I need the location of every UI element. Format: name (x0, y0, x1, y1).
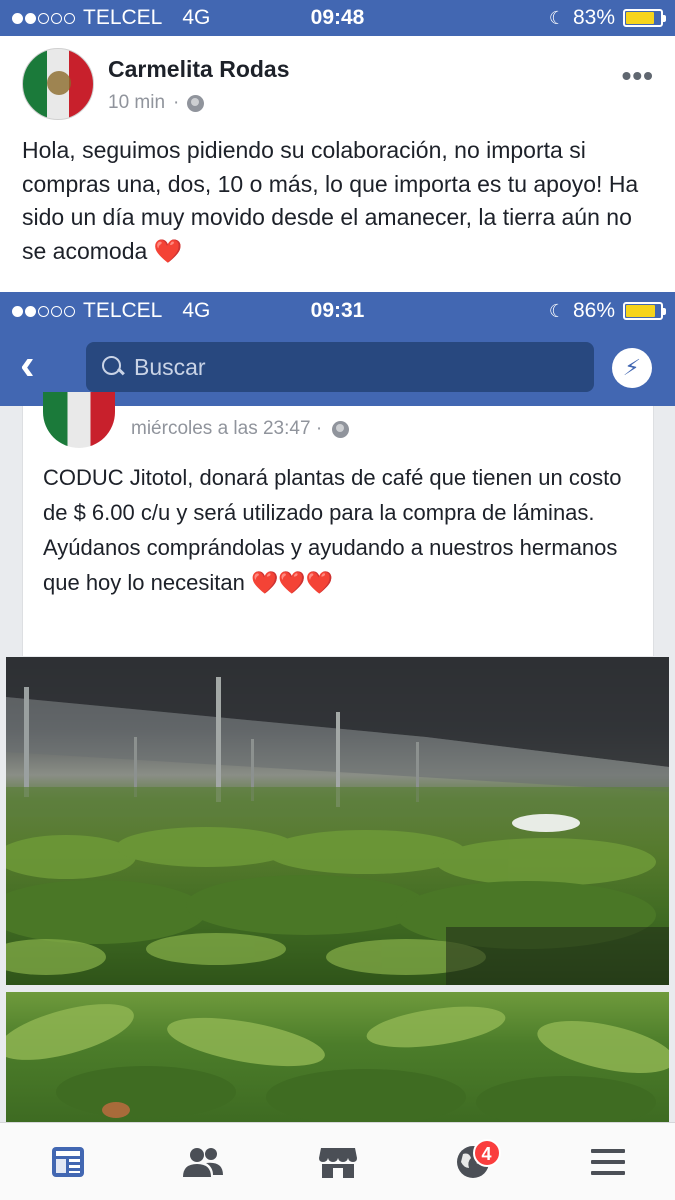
embedded-carrier: TELCEL (83, 299, 163, 322)
embedded-status-left: TELCEL 4G (12, 299, 242, 323)
do-not-disturb-icon: ☾ (548, 7, 565, 28)
post-meta: 10 min · (108, 92, 205, 114)
back-chevron-icon: ‹ (20, 340, 35, 389)
coffee-nursery-photo (6, 657, 669, 985)
tab-notifications[interactable]: 4 (443, 1137, 503, 1187)
shared-screenshot[interactable]: TELCEL 4G 09:31 ☾ 86% ‹ Buscar ⚡ miércol… (0, 292, 675, 1122)
signal-icon (12, 12, 75, 24)
notification-badge: 4 (472, 1138, 501, 1167)
battery-icon (623, 9, 666, 27)
tab-marketplace[interactable] (308, 1137, 368, 1187)
news-feed-icon (51, 1146, 84, 1177)
status-right: ☾ 83% (548, 6, 666, 30)
search-icon (102, 356, 124, 378)
embedded-battery-icon (623, 302, 666, 320)
tab-news-feed[interactable] (38, 1137, 98, 1187)
post-body: Hola, seguimos pidiendo su colaboración,… (22, 137, 639, 264)
embedded-do-not-disturb-icon: ☾ (548, 300, 565, 321)
post-text: Hola, seguimos pidiendo su colaboración,… (22, 134, 658, 268)
search-placeholder: Buscar (134, 353, 206, 380)
public-globe-icon (187, 94, 205, 112)
bottom-tab-bar: 4 (0, 1122, 675, 1200)
carrier: TELCEL (83, 6, 163, 29)
menu-icon (590, 1148, 625, 1175)
embedded-post-card: miércoles a las 23:47 · CODUC Jitotol, d… (22, 392, 654, 656)
more-options-icon[interactable]: ••• (622, 60, 654, 92)
embedded-avatar (43, 392, 115, 448)
embedded-post-text: CODUC Jitotol, donará plantas de café qu… (43, 460, 643, 600)
messenger-icon: ⚡ (612, 348, 652, 388)
embedded-post-meta: miércoles a las 23:47 · (131, 418, 350, 440)
leaves-photo-drawing (6, 1004, 669, 1122)
coffee-leaves-photo (6, 992, 669, 1122)
embedded-globe-icon (332, 420, 350, 438)
embedded-hearts: ❤️❤️❤️ (250, 570, 334, 595)
status-bar: TELCEL 4G 09:48 ☾ 83% (0, 0, 675, 36)
friends-icon (182, 1147, 223, 1177)
embedded-signal-icon (12, 305, 75, 317)
status-left: TELCEL 4G (12, 6, 242, 30)
tab-menu[interactable] (578, 1137, 638, 1187)
embedded-status-right: ☾ 86% (548, 299, 666, 323)
battery-percent: 83% (572, 6, 615, 29)
heart-emoji: ❤️ (153, 237, 183, 264)
embedded-battery-percent: 86% (572, 299, 615, 322)
embedded-network: 4G (182, 299, 211, 322)
tab-friends[interactable] (173, 1137, 233, 1187)
embedded-status-bar: TELCEL 4G 09:31 ☾ 86% (0, 292, 675, 330)
avatar[interactable] (22, 48, 94, 120)
meta-separator: · (173, 92, 180, 113)
network-type: 4G (182, 6, 211, 29)
post-time[interactable]: 10 min (108, 92, 165, 114)
nursery-photo-drawing (6, 657, 669, 985)
embedded-post-time: miércoles a las 23:47 · (131, 418, 323, 439)
marketplace-icon (318, 1147, 357, 1178)
author-name[interactable]: Carmelita Rodas (108, 56, 290, 83)
post-header: Carmelita Rodas 10 min · ••• (22, 48, 662, 124)
embedded-search-bar: Buscar (86, 342, 594, 392)
